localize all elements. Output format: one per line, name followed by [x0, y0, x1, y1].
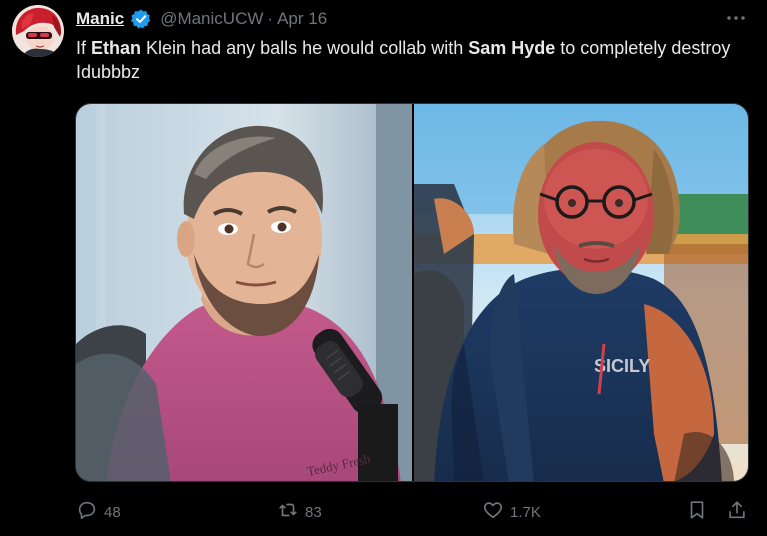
author-display-name[interactable]: Manic: [76, 9, 124, 29]
like-button[interactable]: 1.7K: [482, 497, 541, 527]
avatar[interactable]: [12, 5, 64, 57]
media-image-left[interactable]: Teddy Fresh: [76, 104, 412, 481]
share-icon: [726, 499, 748, 525]
tweet-text: If Ethan Klein had any balls he would co…: [76, 36, 751, 84]
retweet-button[interactable]: 83: [277, 497, 322, 527]
more-options-icon[interactable]: [725, 10, 747, 26]
tweet-text-bold-segment: Sam Hyde: [468, 38, 556, 58]
action-bar: 48 83 1.7K: [76, 497, 751, 527]
tweet-text-bold-segment: Ethan: [91, 38, 142, 58]
share-button[interactable]: [726, 497, 748, 527]
tweet-card[interactable]: Manic @ManicUCW · Apr 16 If Ethan Klein …: [0, 0, 767, 536]
tweet-header: Manic @ManicUCW · Apr 16: [76, 7, 327, 31]
media-grid[interactable]: Teddy Fresh SICILY: [75, 103, 749, 482]
retweet-icon: [277, 499, 299, 525]
tweet-text-segment: If: [76, 38, 92, 58]
reply-icon: [76, 499, 98, 525]
like-count: 1.7K: [510, 503, 541, 521]
retweet-count: 83: [305, 503, 322, 521]
tweet-text-segment: Klein had any balls he would collab with: [141, 38, 469, 58]
media-image-right[interactable]: SICILY: [414, 104, 748, 481]
heart-icon: [482, 499, 504, 525]
author-handle[interactable]: @ManicUCW: [160, 9, 263, 29]
verified-badge-icon: [130, 8, 152, 30]
tweet-date[interactable]: Apr 16: [277, 9, 327, 29]
bookmark-button[interactable]: [686, 497, 708, 527]
reply-button[interactable]: 48: [76, 497, 121, 527]
separator-dot: ·: [267, 9, 274, 28]
bookmark-icon: [686, 499, 708, 525]
reply-count: 48: [104, 503, 121, 521]
